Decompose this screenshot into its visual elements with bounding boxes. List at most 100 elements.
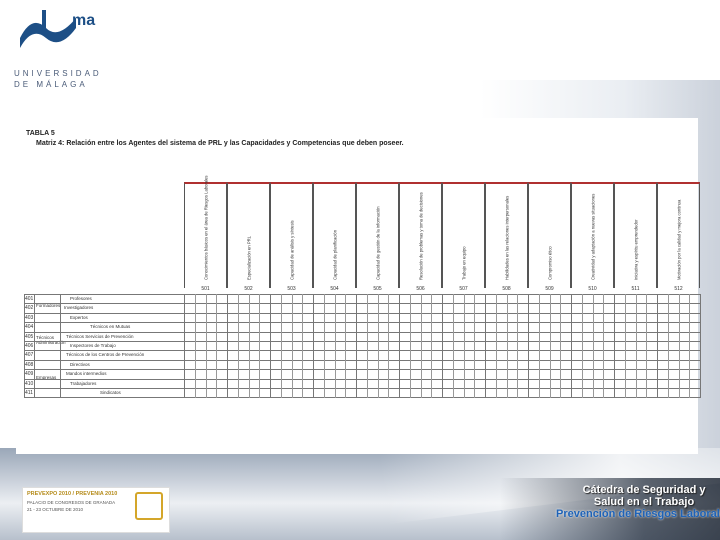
event-name: PREVEXPO 2010 / PREVENIA 2010 xyxy=(27,491,118,497)
table-row: 402 Investigadores xyxy=(24,303,700,311)
grid-vertical-line xyxy=(313,294,314,398)
row-code: 411 xyxy=(25,390,33,396)
row-label: Trabajadores xyxy=(70,380,97,386)
column-header: Capacidad de análisis y síntesis xyxy=(270,182,313,288)
column-code: 512 xyxy=(674,286,683,292)
grid-sub-line xyxy=(538,294,540,398)
column-code: 503 xyxy=(287,286,296,292)
column-header: Motivación por la calidad y mejora conti… xyxy=(657,182,700,288)
catedra-brand: Cátedra de Seguridad y Salud en el Traba… xyxy=(556,484,720,520)
grid-sub-line xyxy=(689,294,691,398)
table-subtitle: Matriz 4: Relación entre los Agentes del… xyxy=(36,140,404,147)
row-code: 403 xyxy=(25,314,34,321)
grid-sub-line xyxy=(678,294,680,398)
grid-sub-line xyxy=(366,294,368,398)
event-venue: PALACIO DE CONGRESOS DE GRANADA xyxy=(27,500,116,505)
column-header-label: Compromiso ético xyxy=(547,246,552,280)
grid-vertical-line xyxy=(399,294,400,398)
column-header-label: Capacidad de análisis y síntesis xyxy=(289,220,294,280)
column-header-label: Resolución de problemas y toma de decisi… xyxy=(418,192,423,280)
grid-vertical-line xyxy=(657,294,658,398)
grid-sub-line xyxy=(205,294,207,398)
column-code: 502 xyxy=(244,286,253,292)
grid-sub-line xyxy=(581,294,583,398)
column-header: Trabajo en equipo xyxy=(442,182,485,288)
catedra-line-3: Prevención de Riesgos Laborales xyxy=(556,508,720,520)
column-code: 508 xyxy=(502,286,511,292)
column-header-label: Creatividad y adaptación a nuevas situac… xyxy=(590,193,595,280)
grid-sub-line xyxy=(377,294,379,398)
column-code: 506 xyxy=(416,286,425,292)
column-header: Capacidad de gestión de la información xyxy=(356,182,399,288)
column-header: Iniciativa y espíritu emprendedor xyxy=(614,182,657,288)
column-header: Compromiso ético xyxy=(528,182,571,288)
grid-sub-line xyxy=(334,294,336,398)
grid-sub-line xyxy=(463,294,465,398)
grid-sub-line xyxy=(291,294,293,398)
grid-sub-line xyxy=(420,294,422,398)
grid-sub-line xyxy=(517,294,519,398)
grid-sub-line xyxy=(248,294,250,398)
table-sheet: TABLA 5 Matriz 4: Relación entre los Age… xyxy=(16,118,701,454)
grid-sub-line xyxy=(323,294,325,398)
grid-sub-line xyxy=(474,294,476,398)
university-logo-icon xyxy=(20,10,76,48)
row-label: Mandos intermedios xyxy=(66,371,107,377)
grid-sub-line xyxy=(646,294,648,398)
grid-vertical-line xyxy=(528,294,529,398)
logo-mark-text: ma xyxy=(72,12,96,29)
column-header-label: Capacidad de gestión de la información xyxy=(375,206,380,280)
row-code: 409 xyxy=(25,371,34,378)
grid-vertical-line xyxy=(700,294,701,398)
row-code: 405 xyxy=(25,333,34,340)
table-row: 406 Inspectores de Trabajo xyxy=(24,341,700,349)
column-code: 504 xyxy=(330,286,339,292)
grid-vertical-line xyxy=(356,294,357,398)
row-label: Inspectores de Trabajo xyxy=(70,343,116,348)
table-row: 410 Trabajadores xyxy=(24,378,700,387)
event-seal-icon xyxy=(135,492,163,520)
table-row: 407 Técnicos de los Centros de Prevención xyxy=(24,350,700,358)
row-label: Técnicos Servicios de Prevención xyxy=(66,333,134,339)
table-title: TABLA 5 xyxy=(26,130,55,137)
row-code: 408 xyxy=(25,361,34,368)
grid-sub-line xyxy=(495,294,497,398)
column-header: Conocimientos básicos en el área de Ries… xyxy=(184,175,227,288)
row-label: Técnicos en Mutuas xyxy=(90,324,131,330)
table-row: 409 Mandos intermedios xyxy=(24,369,700,377)
grid-vertical-line xyxy=(60,294,61,398)
column-code: 510 xyxy=(588,286,597,292)
grid-sub-line xyxy=(603,294,605,398)
grid-sub-line xyxy=(635,294,637,398)
row-label: Expertos xyxy=(70,314,88,320)
grid-sub-line xyxy=(302,294,304,398)
grid-sub-line xyxy=(259,294,261,398)
grid-sub-line xyxy=(452,294,454,398)
column-code: 505 xyxy=(373,286,382,292)
table-row: 401 Profesores xyxy=(24,294,700,302)
table-bottom-border xyxy=(24,397,700,399)
column-header: Creatividad y adaptación a nuevas situac… xyxy=(571,182,614,288)
row-code: 404 xyxy=(25,324,34,331)
grid-sub-line xyxy=(237,294,239,398)
grid-sub-line xyxy=(409,294,411,398)
university-logo: ma UNIVERSIDAD DE MÁLAGA xyxy=(14,8,124,89)
grid-sub-line xyxy=(431,294,433,398)
grid-vertical-line xyxy=(270,294,271,398)
column-header-label: Habilidades en las relaciones interperso… xyxy=(504,195,509,280)
table-row: 403 Expertos xyxy=(24,312,700,321)
row-label: Investigadores xyxy=(64,305,94,311)
grid-sub-line xyxy=(560,294,562,398)
grid-sub-line xyxy=(592,294,594,398)
column-header: Capacidad de planificación xyxy=(313,182,356,288)
grid-vertical-line xyxy=(571,294,572,398)
column-header-label: Motivación por la calidad y mejora conti… xyxy=(676,199,681,280)
column-header-label: Capacidad de planificación xyxy=(332,229,337,280)
table-row: 411 Sindicatos xyxy=(24,388,700,396)
column-code: 509 xyxy=(545,286,554,292)
row-code: 401 xyxy=(25,296,34,302)
grid-vertical-line xyxy=(227,294,228,398)
column-header: Habilidades en las relaciones interperso… xyxy=(485,182,528,288)
table-row: 408 Directivos xyxy=(24,359,700,368)
event-dates: 21 - 23 OCTUBRE DE 2010 xyxy=(27,507,84,512)
